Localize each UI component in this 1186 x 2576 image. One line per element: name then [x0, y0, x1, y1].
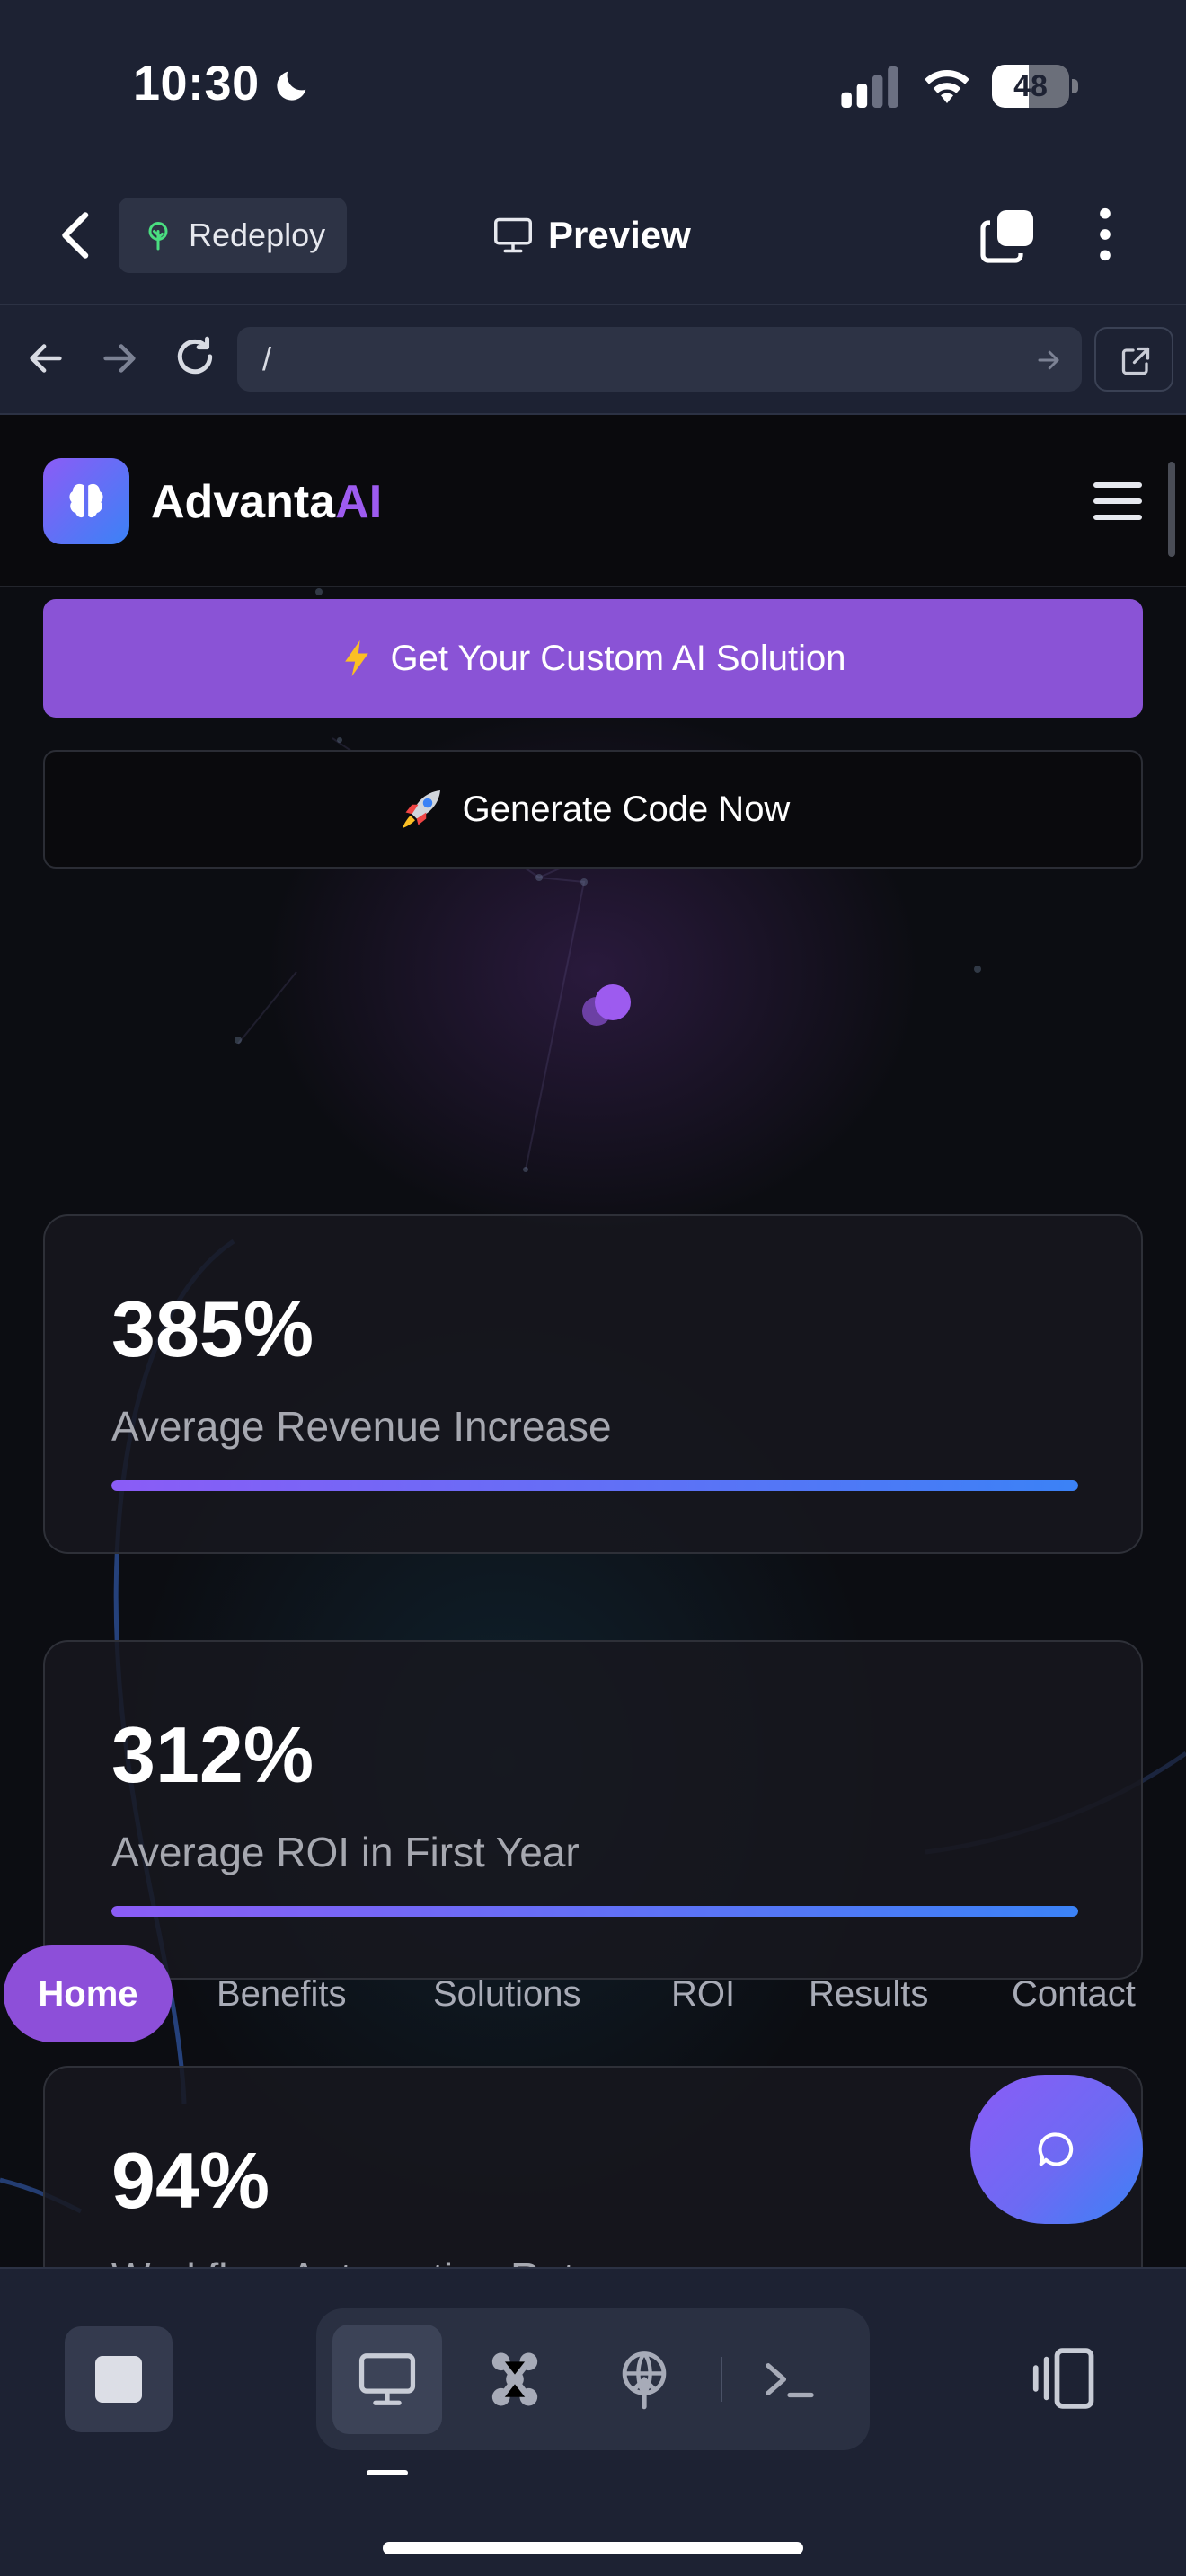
arrow-go-icon[interactable] — [1035, 347, 1062, 374]
stat-value: 94% — [111, 2136, 270, 2225]
monitor-icon — [358, 2353, 416, 2405]
external-link-icon — [1121, 347, 1150, 375]
stat-progress-bar — [111, 1480, 1078, 1491]
back-icon[interactable] — [54, 208, 99, 262]
stat-card: 385% Average Revenue Increase — [43, 1214, 1143, 1554]
stat-label: Average ROI in First Year — [111, 1829, 580, 1875]
section-tab-contact[interactable]: Contact — [1012, 1945, 1136, 2042]
lightning-icon — [344, 640, 368, 677]
active-mode-indicator — [367, 2470, 408, 2475]
stop-icon — [95, 2356, 142, 2403]
reload-icon[interactable] — [173, 334, 217, 379]
scrollbar-thumb[interactable] — [1168, 462, 1175, 557]
preview-mode-button[interactable] — [332, 2325, 442, 2434]
panels-icon[interactable] — [1031, 2344, 1100, 2413]
brain-logo-icon[interactable] — [43, 458, 129, 544]
arrow-left-icon[interactable] — [25, 338, 66, 379]
deploy-icon — [622, 2351, 667, 2410]
leaf-icon — [148, 222, 168, 251]
stat-value: 312% — [111, 1710, 314, 1799]
menu-icon[interactable] — [1093, 476, 1143, 526]
site-navbar: AdvantaAI — [0, 415, 1186, 587]
section-nav: Home Benefits Solutions ROI Results Cont… — [0, 1945, 1186, 2044]
mode-switcher — [316, 2308, 870, 2450]
stat-progress-bar — [111, 1906, 1078, 1917]
redeploy-label: Redeploy — [189, 216, 326, 253]
url-input[interactable]: / — [237, 327, 1082, 392]
chat-bubble-icon — [1038, 2132, 1074, 2166]
cta-secondary-label: Generate Code Now — [462, 789, 791, 829]
brand-accent: AI — [335, 476, 383, 528]
terminal-mode-button[interactable] — [735, 2325, 845, 2434]
signal-icon — [841, 66, 898, 108]
terminal-icon — [766, 2363, 814, 2398]
redeploy-button[interactable]: Redeploy — [119, 198, 347, 273]
battery-level: 48 — [1013, 69, 1048, 103]
status-bar: 10:30 48 — [0, 0, 1186, 171]
url-text: / — [262, 340, 272, 377]
generate-code-button[interactable]: Generate Code Now — [43, 750, 1143, 869]
wifi-icon — [925, 69, 969, 103]
custom-ai-solution-button[interactable]: Get Your Custom AI Solution — [43, 599, 1143, 718]
home-indicator[interactable] — [383, 2542, 803, 2554]
brand-name[interactable]: AdvantaAI — [151, 471, 382, 534]
workflow-mode-button[interactable] — [460, 2325, 570, 2434]
stat-value: 385% — [111, 1284, 314, 1373]
open-external-button[interactable] — [1094, 327, 1173, 392]
section-tab-home[interactable]: Home — [4, 1945, 173, 2042]
workflow-icon — [491, 2352, 538, 2406]
arrow-right-icon[interactable] — [99, 338, 140, 379]
mobile-screen: 10:30 48 Redeploy Preview / AdvantaAI Ge… — [0, 0, 1186, 2576]
moon-icon — [277, 71, 306, 101]
webview: AdvantaAI Get Your Custom AI Solution Ge… — [0, 415, 1186, 2267]
rocket-icon — [402, 790, 440, 828]
stop-button[interactable] — [65, 2326, 173, 2432]
mode-divider — [721, 2357, 722, 2402]
stat-label: Workflow Automation Rate — [111, 2253, 597, 2267]
status-time: 10:30 — [133, 57, 260, 110]
preview-title-text: Preview — [548, 214, 691, 256]
app-header: Redeploy Preview — [0, 171, 1186, 305]
stat-card: 312% Average ROI in First Year — [43, 1640, 1143, 1980]
section-tab-benefits[interactable]: Benefits — [217, 1945, 347, 2042]
section-tab-results[interactable]: Results — [809, 1945, 928, 2042]
stat-label: Average Revenue Increase — [111, 1403, 612, 1450]
bottom-toolbar — [0, 2267, 1186, 2576]
chat-button[interactable] — [970, 2075, 1143, 2224]
section-tab-solutions[interactable]: Solutions — [433, 1945, 581, 2042]
tabs-icon[interactable] — [979, 207, 1037, 264]
monitor-icon — [494, 217, 532, 253]
brand-main: Advanta — [151, 476, 336, 528]
preview-title: Preview — [492, 208, 691, 262]
deploy-mode-button[interactable] — [589, 2325, 699, 2434]
section-tab-roi[interactable]: ROI — [671, 1945, 735, 2042]
cta-primary-label: Get Your Custom AI Solution — [390, 638, 846, 678]
browser-bar: / — [0, 305, 1186, 415]
more-vertical-icon[interactable] — [1087, 205, 1123, 264]
battery-icon: 48 — [992, 65, 1078, 108]
